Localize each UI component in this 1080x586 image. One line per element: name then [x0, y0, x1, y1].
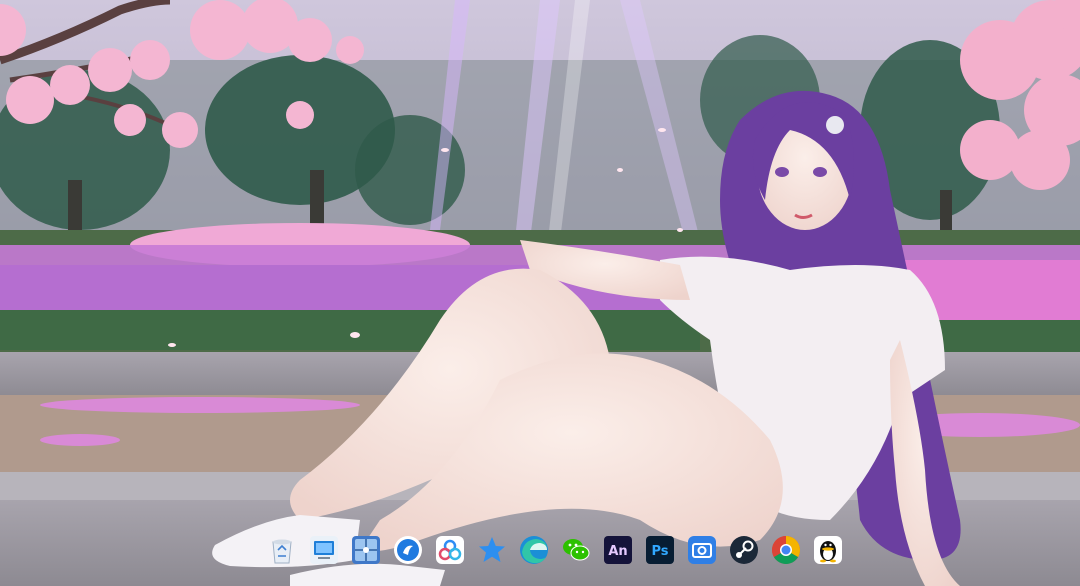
dock-item-recycle-bin[interactable]	[266, 534, 298, 566]
edge-icon	[520, 536, 548, 564]
dock-item-steam[interactable]	[728, 534, 760, 566]
qq-penguin-icon	[814, 536, 842, 564]
animate-label: An	[608, 544, 627, 559]
dock-item-adobe-photoshop[interactable]: Ps	[644, 534, 676, 566]
camera-icon	[688, 536, 716, 564]
dock-item-this-pc[interactable]	[308, 534, 340, 566]
animate-icon: An	[604, 536, 632, 564]
photoshop-label: Ps	[651, 544, 668, 559]
dock-item-blue-circle-app[interactable]	[392, 534, 424, 566]
blue-circle-icon	[394, 536, 422, 564]
recycle-bin-icon	[272, 539, 292, 564]
computer-icon	[310, 536, 338, 564]
wechat-icon	[563, 539, 590, 561]
dock-item-control-panel[interactable]	[350, 534, 382, 566]
taskbar-dock: An Ps	[262, 531, 848, 569]
dock-item-wechat[interactable]	[560, 534, 592, 566]
cloud-rings-icon	[436, 536, 464, 564]
dock-item-adobe-animate[interactable]: An	[602, 534, 634, 566]
photoshop-icon: Ps	[646, 536, 674, 564]
dock-item-google-chrome[interactable]	[770, 534, 802, 566]
steam-icon	[730, 536, 758, 564]
chrome-icon	[772, 536, 800, 564]
desktop-wallpaper	[0, 0, 1080, 586]
dock-item-microsoft-edge[interactable]	[518, 534, 550, 566]
dock-item-baidu-netdisk[interactable]	[434, 534, 466, 566]
dock-item-screenshot-tool[interactable]	[686, 534, 718, 566]
control-panel-icon	[352, 536, 380, 564]
dock-item-favorites[interactable]	[476, 534, 508, 566]
dock-item-qq[interactable]	[812, 534, 844, 566]
star-icon	[479, 537, 505, 562]
